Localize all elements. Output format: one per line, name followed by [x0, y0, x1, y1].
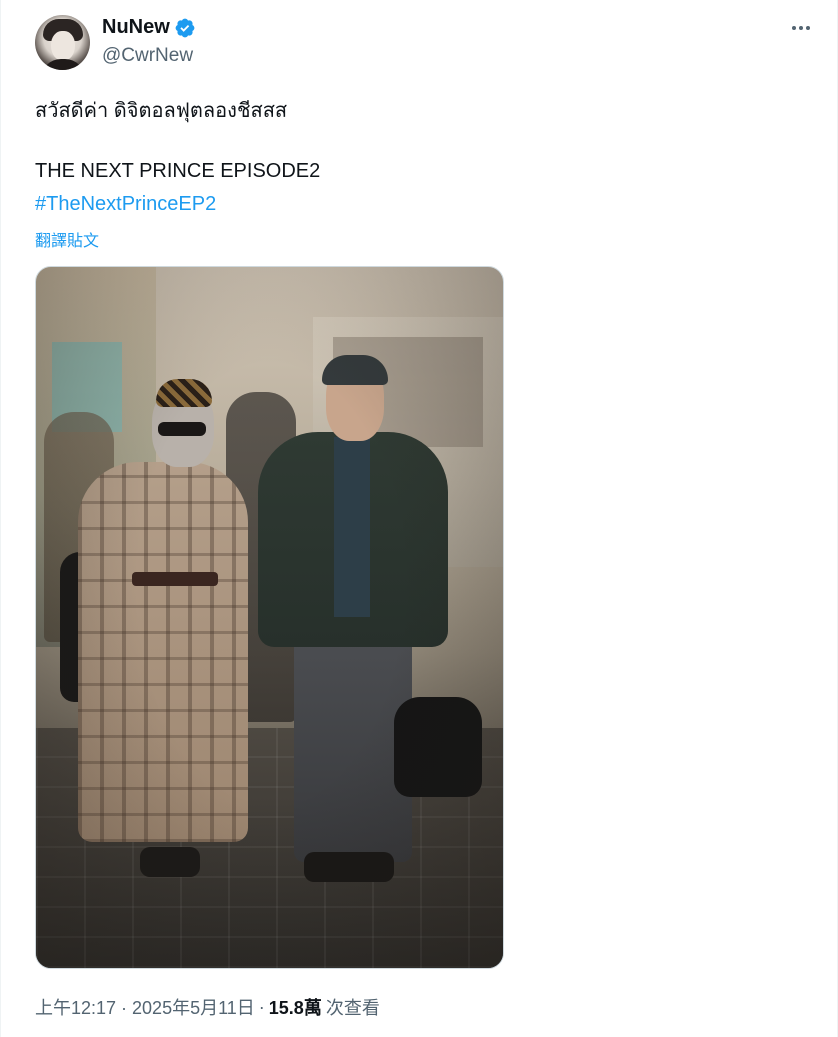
- author-display-name[interactable]: NuNew: [102, 16, 170, 39]
- avatar-face: [51, 31, 75, 61]
- more-dot: [792, 26, 796, 30]
- author-avatar[interactable]: [35, 15, 90, 70]
- more-dot: [799, 26, 803, 30]
- more-dot: [806, 26, 810, 30]
- avatar-body: [41, 59, 85, 70]
- photo-vignette: [36, 267, 503, 968]
- tweet-meta: 上午12:17 · 2025年5月11日 · 15.8萬 次查看: [35, 994, 380, 1020]
- author-handle[interactable]: @CwrNew: [102, 45, 193, 67]
- tweet-text-line-1: สวัสดีค่า ดิจิตอลฟุตลองชีสสส: [35, 100, 288, 122]
- tweet-hashtag-link[interactable]: #TheNextPrinceEP2: [35, 193, 216, 216]
- translate-post-link[interactable]: 翻譯貼文: [35, 227, 99, 251]
- meta-separator: ·: [258, 996, 265, 1017]
- tweet-timestamp[interactable]: 上午12:17 · 2025年5月11日: [35, 994, 255, 1020]
- tweet-photo[interactable]: [35, 266, 504, 969]
- verified-badge-icon: [175, 18, 195, 37]
- tweet-detail: NuNew @CwrNew สวัสดีค่า ดิจิตอลฟุตลองชีส…: [0, 0, 838, 1037]
- more-options-icon[interactable]: [787, 16, 815, 40]
- views-label: 次查看: [325, 998, 380, 1018]
- views-count: 15.8萬: [268, 998, 322, 1018]
- tweet-text-line-2: THE NEXT PRINCE EPISODE2: [35, 160, 321, 182]
- author-name-row: NuNew: [102, 16, 196, 39]
